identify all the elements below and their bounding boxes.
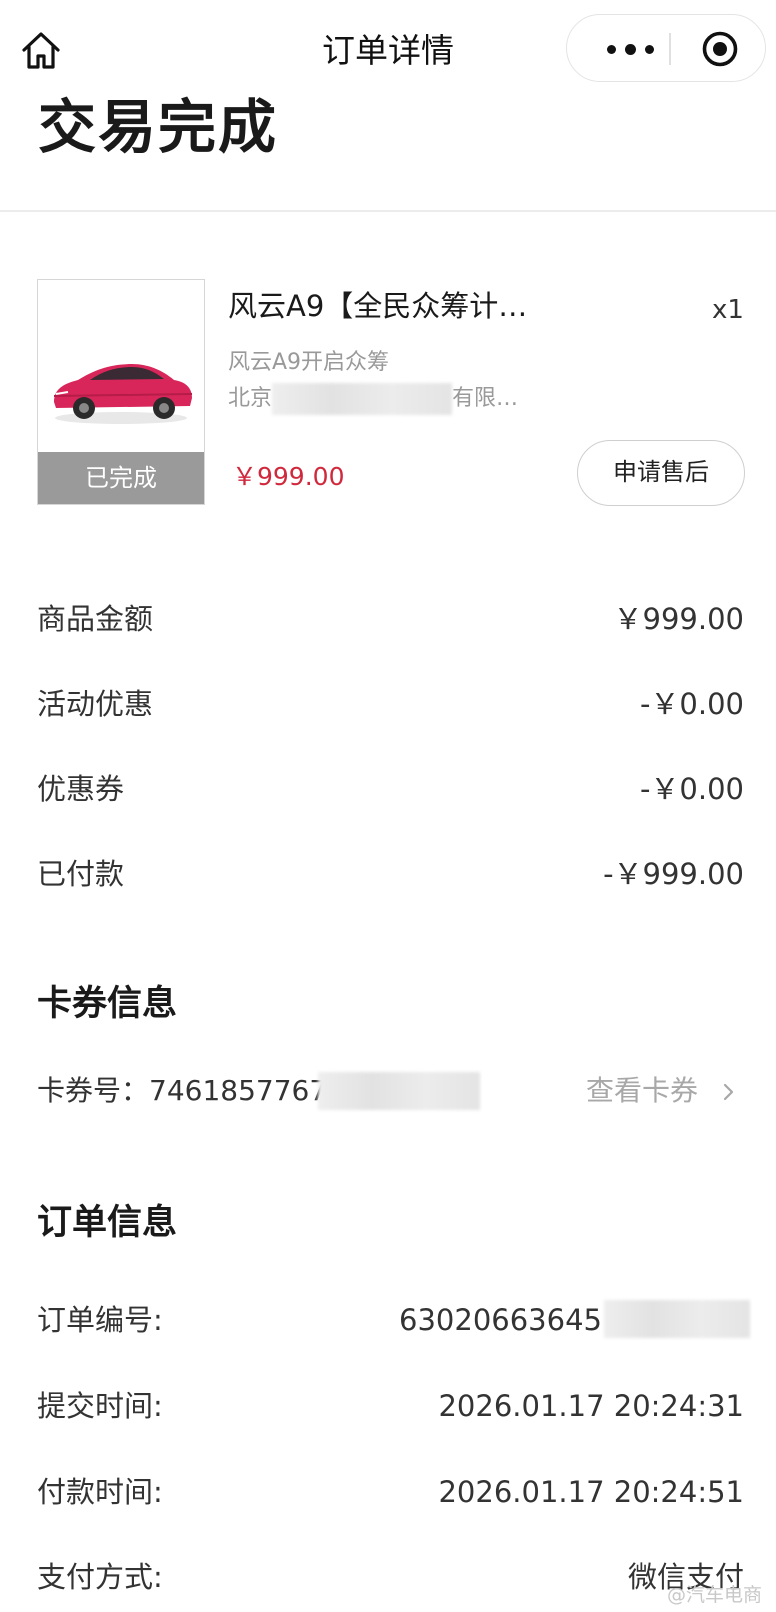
pay-method-label: 支付方式: bbox=[37, 1560, 163, 1594]
status-badge: 已完成 bbox=[38, 452, 204, 504]
amount-value-paid: -￥999.00 bbox=[603, 857, 744, 891]
amount-label-coupon: 优惠券 bbox=[37, 772, 125, 806]
coupon-section-title: 卡券信息 bbox=[37, 984, 178, 1024]
product-name[interactable]: 风云A9【全民众筹计… bbox=[228, 286, 527, 326]
watermark-text: @汽车电商 bbox=[666, 1584, 762, 1606]
miniprogram-capsule bbox=[566, 14, 766, 82]
amount-label-paid: 已付款 bbox=[37, 857, 125, 891]
amount-label-goods: 商品金额 bbox=[37, 602, 154, 636]
shop-name-suffix: 有限… bbox=[452, 386, 519, 411]
product-subtitle: 风云A9开启众筹 bbox=[228, 350, 390, 375]
header-divider bbox=[0, 210, 776, 212]
pay-time-label: 付款时间: bbox=[37, 1475, 163, 1509]
amount-label-promotion: 活动优惠 bbox=[37, 687, 154, 721]
product-thumbnail[interactable]: 已完成 bbox=[37, 279, 205, 505]
product-price: ￥999.00 bbox=[232, 462, 345, 491]
amount-value-coupon: -￥0.00 bbox=[639, 772, 744, 806]
coupon-number: 卡券号：7461857767 bbox=[37, 1074, 328, 1107]
order-section-title: 订单信息 bbox=[37, 1203, 178, 1243]
apply-aftersale-button[interactable]: 申请售后 bbox=[577, 440, 745, 506]
capsule-divider bbox=[669, 33, 671, 65]
amount-value-promotion: -￥0.00 bbox=[639, 687, 744, 721]
submit-time-value: 2026.01.17 20:24:31 bbox=[438, 1389, 744, 1423]
redacted-coupon-number bbox=[318, 1072, 480, 1110]
product-quantity: x1 bbox=[712, 295, 744, 325]
order-number-value: 63020663645 bbox=[399, 1303, 602, 1337]
target-icon[interactable] bbox=[701, 30, 739, 68]
chevron-right-icon[interactable] bbox=[722, 1082, 736, 1102]
order-status-title: 交易完成 bbox=[38, 93, 279, 161]
redacted-shop-name bbox=[272, 383, 453, 415]
shop-name-prefix: 北京 bbox=[228, 386, 273, 411]
amount-value-goods: ￥999.00 bbox=[613, 602, 744, 636]
shop-name: 北京 有限… bbox=[228, 382, 518, 416]
redacted-order-number bbox=[604, 1300, 750, 1338]
more-dots-icon[interactable] bbox=[595, 31, 665, 67]
submit-time-label: 提交时间: bbox=[37, 1389, 163, 1423]
view-coupon-link[interactable]: 查看卡券 bbox=[586, 1069, 698, 1113]
pay-time-value: 2026.01.17 20:24:51 bbox=[438, 1475, 744, 1509]
car-image bbox=[53, 364, 193, 424]
order-number-label: 订单编号: bbox=[37, 1303, 163, 1337]
